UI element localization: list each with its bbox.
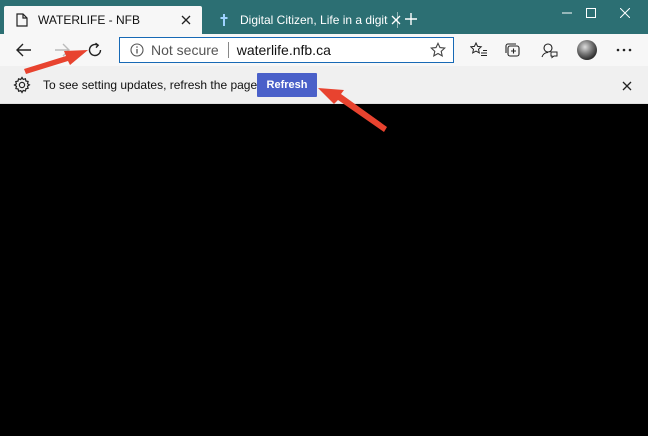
refresh-button[interactable]: Refresh [257, 73, 317, 97]
infobar-message: To see setting updates, refresh the page [43, 78, 258, 92]
tab-title: WATERLIFE - NFB [38, 13, 140, 27]
security-label[interactable]: Not secure [151, 42, 219, 58]
star-icon[interactable] [429, 41, 447, 59]
page-icon [14, 12, 30, 28]
close-icon[interactable] [619, 78, 635, 94]
favorites-list-icon[interactable] [467, 38, 491, 62]
collections-icon[interactable] [501, 38, 525, 62]
page-content[interactable] [0, 104, 648, 436]
tab-divider [397, 12, 398, 28]
tab-waterlife[interactable]: WATERLIFE - NFB [4, 6, 202, 34]
forward-arrow-icon[interactable] [50, 38, 74, 62]
address-bar[interactable]: Not secure waterlife.nfb.ca [119, 37, 454, 63]
tab-title: Digital Citizen, Life in a digital wo [240, 13, 388, 27]
info-icon[interactable] [129, 42, 145, 58]
more-options-icon[interactable] [612, 38, 636, 62]
new-tab-icon[interactable] [402, 10, 420, 28]
avatar[interactable] [577, 40, 597, 60]
close-icon[interactable] [178, 12, 194, 28]
refresh-icon[interactable] [83, 38, 107, 62]
title-bar: WATERLIFE - NFB Digital Citizen, Life in… [0, 0, 648, 34]
cross-favicon-icon [216, 12, 232, 28]
url-text[interactable]: waterlife.nfb.ca [237, 42, 429, 58]
back-arrow-icon[interactable] [12, 38, 36, 62]
gear-icon [13, 76, 31, 94]
tab-digital-citizen[interactable]: Digital Citizen, Life in a digital wo [206, 6, 412, 34]
feedback-icon[interactable] [537, 38, 561, 62]
window-close-icon[interactable] [602, 0, 648, 26]
settings-infobar: To see setting updates, refresh the page… [0, 66, 648, 104]
address-divider [227, 42, 229, 58]
